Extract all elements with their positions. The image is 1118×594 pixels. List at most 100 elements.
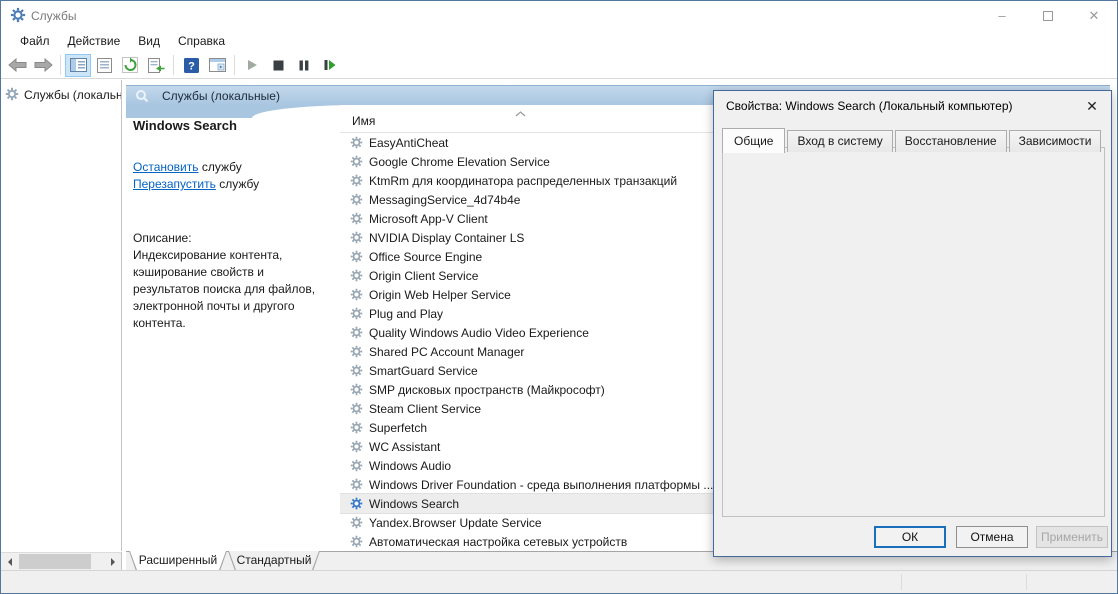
tab-logon[interactable]: Вход в систему bbox=[787, 130, 892, 152]
console-tree-panel: Службы (локальные) bbox=[1, 80, 122, 551]
dialog-tabs: Общие Вход в систему Восстановление Зави… bbox=[722, 127, 1103, 152]
service-name: Quality Windows Audio Video Experience bbox=[369, 326, 589, 340]
tab-standard-view[interactable]: Стандартный bbox=[228, 551, 320, 571]
service-gear-icon bbox=[350, 155, 363, 168]
tab-extended-view[interactable]: Расширенный bbox=[129, 551, 227, 571]
maximize-button[interactable] bbox=[1025, 1, 1071, 30]
service-name: Plug and Play bbox=[369, 307, 443, 321]
tree-item-services-local[interactable]: Службы (локальные) bbox=[1, 85, 121, 105]
column-header-label: Имя bbox=[352, 114, 375, 128]
services-app-icon bbox=[10, 7, 26, 26]
stop-service-icon[interactable] bbox=[265, 54, 291, 77]
toolbar: ? bbox=[1, 52, 1117, 79]
service-gear-icon bbox=[350, 288, 363, 301]
scroll-left-icon[interactable] bbox=[1, 553, 18, 570]
service-gear-icon bbox=[350, 269, 363, 282]
service-name: Автоматическая настройка сетевых устройс… bbox=[369, 535, 627, 549]
start-service-icon[interactable] bbox=[239, 54, 265, 77]
service-name: Windows Search bbox=[369, 497, 459, 511]
service-name: MessagingService_4d74b4e bbox=[369, 193, 520, 207]
stop-link-suffix: службу bbox=[202, 160, 242, 174]
service-name: NVIDIA Display Container LS bbox=[369, 231, 524, 245]
svg-text:?: ? bbox=[188, 60, 195, 72]
tab-recovery[interactable]: Восстановление bbox=[895, 130, 1007, 152]
restart-link-suffix: службу bbox=[219, 177, 259, 191]
back-icon[interactable] bbox=[4, 54, 30, 77]
close-button[interactable]: ✕ bbox=[1071, 1, 1117, 30]
service-name: Windows Driver Foundation - среда выполн… bbox=[369, 478, 713, 492]
show-action-pane-icon[interactable] bbox=[204, 54, 230, 77]
selected-service-title: Windows Search bbox=[133, 118, 335, 133]
menu-action[interactable]: Действие bbox=[59, 31, 130, 51]
service-name: SMP дисковых пространств (Майкрософт) bbox=[369, 383, 605, 397]
maximize-icon bbox=[1043, 11, 1053, 21]
service-gear-icon bbox=[350, 364, 363, 377]
dialog-close-icon[interactable]: ✕ bbox=[1079, 95, 1105, 117]
service-gear-icon bbox=[350, 231, 363, 244]
tab-dependencies[interactable]: Зависимости bbox=[1009, 130, 1102, 152]
service-name: EasyAntiCheat bbox=[369, 136, 448, 150]
stop-service-line: Остановить службу bbox=[133, 159, 335, 176]
titlebar: Службы – ✕ bbox=[1, 1, 1117, 30]
service-name: WC Assistant bbox=[369, 440, 440, 454]
service-name: SmartGuard Service bbox=[369, 364, 478, 378]
show-console-tree-icon[interactable] bbox=[65, 54, 91, 77]
service-gear-icon bbox=[350, 440, 363, 453]
services-window: Службы – ✕ Файл Действие Вид Справка bbox=[0, 0, 1118, 594]
refresh-icon[interactable] bbox=[117, 54, 143, 77]
pause-service-icon[interactable] bbox=[291, 54, 317, 77]
service-name: KtmRm для координатора распределенных тр… bbox=[369, 174, 677, 188]
service-name: Yandex.Browser Update Service bbox=[369, 516, 542, 530]
apply-button[interactable]: Применить bbox=[1036, 526, 1108, 548]
menu-help[interactable]: Справка bbox=[169, 31, 234, 51]
properties-dialog: Свойства: Windows Search (Локальный комп… bbox=[713, 90, 1112, 557]
service-gear-icon bbox=[350, 174, 363, 187]
service-gear-icon bbox=[350, 250, 363, 263]
menu-view[interactable]: Вид bbox=[129, 31, 169, 51]
menu-file[interactable]: Файл bbox=[11, 31, 59, 51]
restart-service-link[interactable]: Перезапустить bbox=[133, 177, 216, 191]
service-name: Office Source Engine bbox=[369, 250, 482, 264]
service-name: Origin Client Service bbox=[369, 269, 478, 283]
service-name: Google Chrome Elevation Service bbox=[369, 155, 550, 169]
description-text: Индексирование контента, кэширование сво… bbox=[133, 247, 331, 332]
service-name: Windows Audio bbox=[369, 459, 451, 473]
minimize-button[interactable]: – bbox=[979, 1, 1025, 30]
service-gear-icon bbox=[350, 516, 363, 529]
general-tab-page bbox=[722, 147, 1105, 517]
ok-button[interactable]: ОК bbox=[874, 526, 946, 548]
extended-description-pane: Windows Search Остановить службу Перезап… bbox=[133, 118, 335, 549]
service-gear-icon bbox=[350, 326, 363, 339]
magnifier-icon bbox=[135, 89, 149, 106]
tree-horizontal-scrollbar[interactable] bbox=[1, 552, 122, 570]
forward-icon[interactable] bbox=[30, 54, 56, 77]
tab-general[interactable]: Общие bbox=[722, 128, 785, 153]
service-gear-icon bbox=[350, 402, 363, 415]
service-gear-icon bbox=[350, 345, 363, 358]
service-gear-icon bbox=[350, 212, 363, 225]
services-node-icon bbox=[5, 87, 19, 104]
help-icon[interactable]: ? bbox=[178, 54, 204, 77]
restart-service-icon[interactable] bbox=[317, 54, 343, 77]
results-header-title: Службы (локальные) bbox=[162, 89, 280, 103]
service-gear-icon bbox=[350, 136, 363, 149]
dialog-title: Свойства: Windows Search (Локальный комп… bbox=[726, 99, 1013, 113]
export-list-icon[interactable] bbox=[143, 54, 169, 77]
service-name: Superfetch bbox=[369, 421, 427, 435]
description-label: Описание: bbox=[133, 231, 335, 245]
cancel-button[interactable]: Отмена bbox=[956, 526, 1028, 548]
service-gear-icon bbox=[350, 459, 363, 472]
service-gear-icon bbox=[350, 535, 363, 548]
tree-item-label: Службы (локальные) bbox=[24, 88, 121, 102]
service-gear-icon bbox=[350, 307, 363, 320]
properties-icon[interactable] bbox=[91, 54, 117, 77]
service-name: Microsoft App-V Client bbox=[369, 212, 488, 226]
scrollbar-thumb[interactable] bbox=[19, 554, 91, 569]
service-gear-icon bbox=[350, 383, 363, 396]
window-title: Службы bbox=[31, 9, 76, 23]
stop-service-link[interactable]: Остановить bbox=[133, 160, 199, 174]
tab-extended-label: Расширенный bbox=[130, 551, 226, 570]
status-bar bbox=[1, 570, 1117, 593]
scroll-right-icon[interactable] bbox=[104, 553, 121, 570]
menubar: Файл Действие Вид Справка bbox=[1, 30, 1117, 52]
